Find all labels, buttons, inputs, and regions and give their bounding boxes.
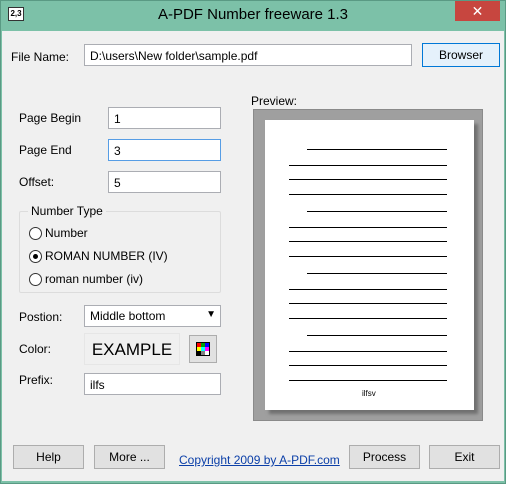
color-example: EXAMPLE <box>84 333 180 365</box>
page-end-label: Page End <box>19 143 72 157</box>
text-line <box>289 303 447 304</box>
file-name-input[interactable]: D:\users\New folder\sample.pdf <box>84 44 412 66</box>
text-line <box>289 165 447 166</box>
text-line <box>289 256 447 257</box>
text-line <box>307 211 447 212</box>
color-label: Color: <box>19 342 52 356</box>
text-line <box>289 179 447 180</box>
position-select-value: Middle bottom <box>90 309 166 323</box>
preview-label: Preview: <box>251 94 298 108</box>
exit-button[interactable]: Exit <box>429 445 500 469</box>
preview-panel: ilfsv <box>253 109 483 421</box>
offset-label: Offset: <box>19 175 55 189</box>
help-button[interactable]: Help <box>13 445 84 469</box>
chevron-down-icon[interactable]: ▼ <box>206 309 216 320</box>
page-begin-label: Page Begin <box>19 111 82 125</box>
text-line <box>307 149 447 150</box>
close-button[interactable]: ✕ <box>455 1 500 21</box>
number-type-title: Number Type <box>28 204 106 218</box>
palette-swatch <box>205 351 209 355</box>
file-name-label: File Name: <box>11 50 70 64</box>
app-window: 2,3 A-PDF Number freeware 1.3 ✕ File Nam… <box>0 0 506 484</box>
radio-roman-lower-button[interactable] <box>29 272 42 286</box>
radio-number[interactable]: Number <box>29 225 88 241</box>
radio-roman-upper-label: ROMAN NUMBER (IV) <box>45 249 168 263</box>
more-button[interactable]: More ... <box>94 445 165 469</box>
radio-roman-upper[interactable]: ROMAN NUMBER (IV) <box>29 248 168 264</box>
text-line <box>289 318 447 319</box>
browse-button[interactable]: Browser <box>422 43 500 67</box>
text-line <box>289 351 447 352</box>
text-line <box>289 380 447 381</box>
offset-input[interactable]: 5 <box>108 171 221 193</box>
prefix-label: Prefix: <box>19 373 54 387</box>
text-line <box>289 241 447 242</box>
palette-icon <box>196 342 210 356</box>
text-line <box>289 227 447 228</box>
prefix-input[interactable]: ilfs <box>84 373 221 395</box>
process-button[interactable]: Process <box>349 445 420 469</box>
radio-roman-upper-button[interactable] <box>29 249 42 263</box>
position-select[interactable]: Middle bottom ▼ <box>84 305 221 327</box>
radio-number-button[interactable] <box>29 226 42 240</box>
text-line <box>289 365 447 366</box>
page-end-input[interactable]: 3 <box>108 139 221 161</box>
radio-number-label: Number <box>45 226 88 240</box>
text-line <box>307 273 447 274</box>
number-type-group: Number Type Number ROMAN NUMBER (IV) rom… <box>19 204 221 293</box>
text-line <box>289 194 447 195</box>
radio-roman-lower-label: roman number (iv) <box>45 272 144 286</box>
position-label: Postion: <box>19 310 63 324</box>
text-line <box>289 289 447 290</box>
main-panel: File Name: D:\users\New folder\sample.pd… <box>2 31 504 481</box>
page-begin-input[interactable]: 1 <box>108 107 221 129</box>
copyright-link[interactable]: Copyright 2009 by A-PDF.com <box>179 453 340 467</box>
radio-roman-lower[interactable]: roman number (iv) <box>29 271 143 287</box>
page-number-preview: ilfsv <box>362 389 376 398</box>
text-line <box>307 335 447 336</box>
title-bar[interactable]: 2,3 A-PDF Number freeware 1.3 ✕ <box>1 1 505 29</box>
window-title: A-PDF Number freeware 1.3 <box>157 6 349 23</box>
preview-page: ilfsv <box>265 120 474 410</box>
color-picker-button[interactable] <box>189 335 217 363</box>
